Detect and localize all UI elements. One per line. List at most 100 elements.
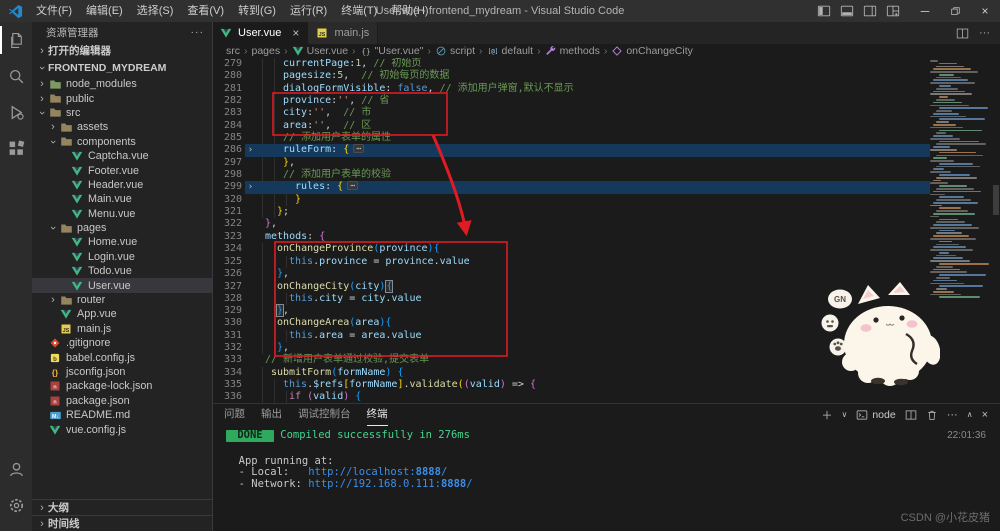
code-line-328[interactable]: 328 this.city = city.value <box>212 292 930 305</box>
menu-item[interactable]: 编辑(E) <box>79 0 130 22</box>
breadcrumb-onchangecity[interactable]: onChangeCity <box>611 45 693 57</box>
breadcrumb-pages[interactable]: pages <box>252 45 281 57</box>
tree-item-babel.config.js[interactable]: b babel.config.js <box>32 350 212 364</box>
menu-item[interactable]: 帮助(H) <box>384 0 435 22</box>
code-line-324[interactable]: 324 onChangeProvince(province){ <box>212 243 930 256</box>
breadcrumb-src[interactable]: src <box>226 45 240 57</box>
line-number[interactable]: 279 <box>212 58 242 70</box>
breadcrumb-default[interactable]: [@] default <box>487 45 533 57</box>
tree-item-public[interactable]: › public <box>32 91 212 105</box>
code-line-280[interactable]: 280 pagesize:5, // 初始每页的数据 <box>212 70 930 83</box>
scrollbar-thumb[interactable] <box>993 185 999 215</box>
close-panel-icon[interactable]: × <box>982 409 988 421</box>
code-line-285[interactable]: 285 // 添加用户表单的属性 <box>212 132 930 145</box>
code-line-281[interactable]: 281 dialogFormVisible: false, // 添加用户弹窗,默… <box>212 82 930 96</box>
code-line-320[interactable]: 320} <box>212 193 930 207</box>
activitybar-settings-gear-icon[interactable] <box>0 487 32 523</box>
line-number[interactable]: 336 <box>212 391 242 403</box>
layout-sidebar-left-icon[interactable] <box>816 4 831 19</box>
menu-item[interactable]: 运行(R) <box>283 0 334 22</box>
line-number[interactable]: 323 <box>212 231 242 243</box>
editor-tab-user.vue[interactable]: User.vue × <box>212 22 309 44</box>
breadcrumb-user.vue[interactable]: {} "User.vue" <box>360 45 423 57</box>
terminal-link[interactable]: 8888 <box>441 478 466 490</box>
tree-item-src[interactable]: › src <box>32 106 212 120</box>
code-line-298[interactable]: 298 // 添加用户表单的校验 <box>212 169 930 182</box>
menu-item[interactable]: 文件(F) <box>29 0 79 22</box>
line-number[interactable]: 322 <box>212 218 242 230</box>
line-number[interactable]: 286 <box>212 144 242 156</box>
code-line-323[interactable]: 323 methods: { <box>212 231 930 243</box>
code-line-299[interactable]: 299 › rules: {⋯ <box>212 181 930 195</box>
terminal-dropdown-icon[interactable]: ∨ <box>841 410 847 419</box>
tree-item-app.vue[interactable]: App.vue <box>32 307 212 321</box>
code-line-334[interactable]: 334 submitForm(formName) { <box>212 366 930 379</box>
line-number[interactable]: 298 <box>212 169 242 181</box>
breadcrumb-script[interactable]: script <box>435 45 475 57</box>
tree-item-vue.config.js[interactable]: vue.config.js <box>32 422 212 436</box>
tree-item-main.js[interactable]: JS main.js <box>32 322 212 336</box>
code-line-333[interactable]: 333 // 新增用户表单通过校验,提交表单 <box>212 354 930 366</box>
timeline-section[interactable]: › 时间线 <box>32 515 212 531</box>
maximize-panel-icon[interactable]: ∧ <box>967 410 973 419</box>
panel-tab-终端[interactable]: 终端 <box>366 404 388 426</box>
tree-item-jsconfig.json[interactable]: {} jsconfig.json <box>32 365 212 379</box>
close-tab-icon[interactable]: × <box>292 26 299 40</box>
line-number[interactable]: 299 <box>212 181 242 193</box>
editor-tab-main.js[interactable]: JS main.js <box>308 22 379 44</box>
split-terminal-icon[interactable] <box>905 409 917 421</box>
tree-item-assets[interactable]: › assets <box>32 120 212 134</box>
line-number[interactable]: 325 <box>212 256 242 268</box>
tree-item-pages[interactable]: › pages <box>32 221 212 235</box>
tree-item-todo.vue[interactable]: Todo.vue <box>32 264 212 278</box>
open-editors-section[interactable]: › 打开的编辑器 <box>32 42 212 59</box>
code-line-282[interactable]: 282 province:'', // 省 <box>212 95 930 108</box>
menu-item[interactable]: 转到(G) <box>231 0 283 22</box>
tree-item-user.vue[interactable]: User.vue <box>32 278 212 293</box>
line-number[interactable]: 280 <box>212 70 242 82</box>
minimap[interactable] <box>930 60 992 310</box>
tree-item-package-lock.json[interactable]: n package-lock.json <box>32 379 212 393</box>
code-line-329[interactable]: 329}, <box>212 303 930 318</box>
activitybar-run-debug-icon[interactable] <box>0 94 32 130</box>
terminal-link[interactable]: 8888 <box>416 466 441 478</box>
terminal-shell-select[interactable]: node <box>856 409 896 421</box>
line-number[interactable]: 320 <box>212 194 242 206</box>
code-line-283[interactable]: 283 city:'', // 市 <box>212 107 930 120</box>
line-number[interactable]: 335 <box>212 379 242 391</box>
layout-customize-icon[interactable] <box>885 4 900 19</box>
code-line-284[interactable]: 284 area:'', // 区 <box>212 119 930 133</box>
panel-tab-问题[interactable]: 问题 <box>224 404 245 425</box>
activitybar-extensions-icon[interactable] <box>0 130 32 166</box>
menu-item[interactable]: 选择(S) <box>130 0 181 22</box>
code-line-330[interactable]: 330 onChangeArea(area){ <box>212 317 930 330</box>
tree-item-package.json[interactable]: n package.json <box>32 394 212 408</box>
code-line-286[interactable]: 286 › ruleForm: {⋯ <box>212 144 930 158</box>
breadcrumb-user.vue[interactable]: User.vue <box>292 45 348 57</box>
tree-item-menu.vue[interactable]: Menu.vue <box>32 207 212 221</box>
code-line-322[interactable]: 322}, <box>212 218 930 230</box>
fold-chevron-icon[interactable]: › <box>242 181 259 193</box>
panel-more-icon[interactable]: ··· <box>947 409 958 421</box>
kill-terminal-icon[interactable] <box>926 409 938 421</box>
line-number[interactable]: 282 <box>212 95 242 107</box>
tree-item-nodemodules[interactable]: › node_modules <box>32 77 212 91</box>
code-line-331[interactable]: 331 this.area = area.value <box>212 329 930 342</box>
tree-item-footer.vue[interactable]: Footer.vue <box>32 163 212 177</box>
line-number[interactable]: 334 <box>212 367 242 379</box>
code-line-335[interactable]: 335 this.$refs[formName].validate((valid)… <box>212 378 930 392</box>
code-line-332[interactable]: 332}, <box>212 341 930 355</box>
close-button[interactable]: × <box>970 0 1000 22</box>
line-number[interactable]: 329 <box>212 305 242 317</box>
line-number[interactable]: 330 <box>212 317 242 329</box>
split-editor-icon[interactable] <box>956 27 969 40</box>
code-line-321[interactable]: 321}; <box>212 206 930 219</box>
tree-item-login.vue[interactable]: Login.vue <box>32 250 212 264</box>
line-number[interactable]: 332 <box>212 342 242 354</box>
terminal-link[interactable]: http://192.168.0.111: <box>308 478 441 490</box>
tree-item-main.vue[interactable]: Main.vue <box>32 192 212 206</box>
code-line-336[interactable]: 336 if (valid) { <box>212 391 930 404</box>
activitybar-search-icon[interactable] <box>0 58 32 94</box>
project-root-section[interactable]: › FRONTEND_MYDREAM <box>32 59 212 76</box>
tree-item-home.vue[interactable]: Home.vue <box>32 235 212 249</box>
